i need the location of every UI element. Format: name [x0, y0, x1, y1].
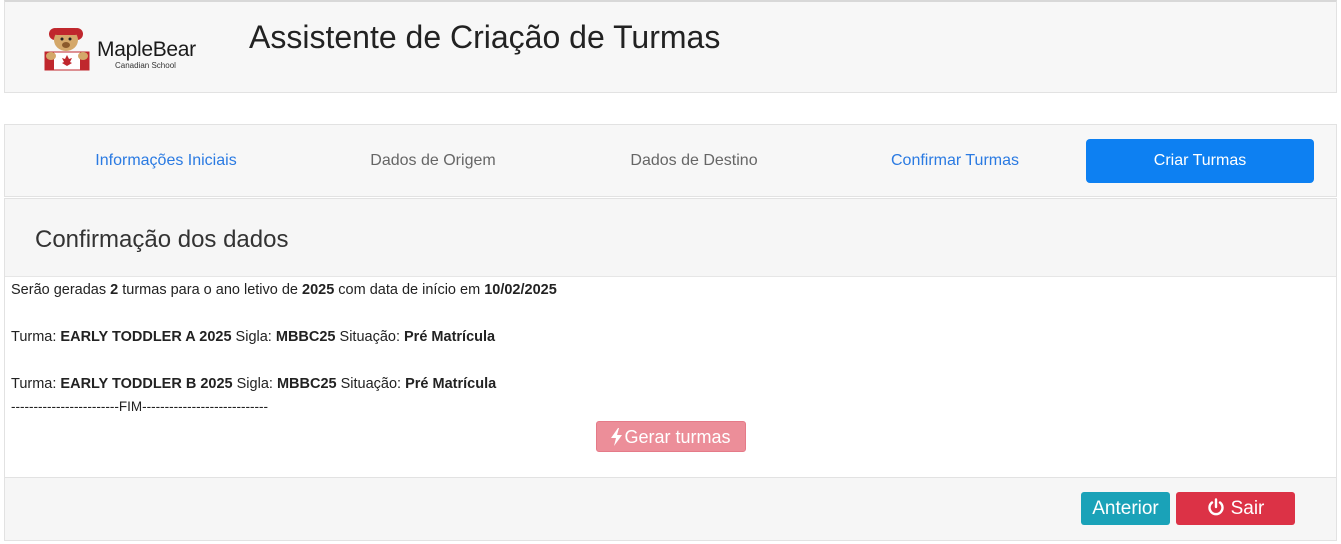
bolt-icon [611, 427, 623, 446]
panel-header: Confirmação dos dados [5, 199, 1336, 277]
wizard-steps: Informações Iniciais Dados de Origem Dad… [4, 124, 1337, 197]
generate-button-label: Gerar turmas [624, 427, 731, 447]
step-dados-de-origem: Dados de Origem [370, 152, 496, 169]
panel-title: Confirmação dos dados [35, 226, 289, 253]
previous-button[interactable]: Anterior [1081, 492, 1170, 525]
step-dados-de-destino: Dados de Destino [630, 152, 758, 169]
summary-text: Serão geradas [11, 282, 111, 298]
situacao-value: Pré Matrícula [405, 376, 497, 392]
end-marker: ------------------------FIM-------------… [11, 399, 269, 414]
summary-text: com data de início em [334, 282, 485, 298]
turma-name: EARLY TODDLER A 2025 [60, 329, 232, 345]
step-informacoes-iniciais[interactable]: Informações Iniciais [36, 139, 296, 183]
sigla-value: MBBC25 [276, 376, 337, 392]
turma-line: Turma: EARLY TODDLER B 2025 Sigla: MBBC2… [11, 377, 496, 392]
sigla-label: Sigla: [232, 376, 277, 392]
exit-button[interactable]: Sair [1176, 492, 1295, 525]
confirmation-panel: Confirmação dos dados Serão geradas 2 tu… [4, 198, 1337, 541]
logo-subtitle: Canadian School [115, 61, 176, 70]
panel-footer: Anterior Sair [5, 477, 1336, 540]
page-title: Assistente de Criação de Turmas [249, 19, 721, 55]
turma-name: EARLY TODDLER B 2025 [60, 376, 233, 392]
turma-label: Turma: [11, 376, 61, 392]
start-date: 10/02/2025 [484, 282, 557, 298]
situacao-value: Pré Matrícula [404, 329, 496, 345]
step-criar-turmas[interactable]: Criar Turmas [1086, 139, 1314, 183]
generate-turmas-button[interactable]: Gerar turmas [596, 421, 746, 452]
turma-label: Turma: [11, 329, 61, 345]
situacao-label: Situação: [336, 376, 406, 392]
exit-button-label: Sair [1230, 498, 1265, 519]
bear-logo-icon [44, 28, 90, 71]
maplebear-logo: MapleBear Canadian School [41, 20, 201, 80]
school-year: 2025 [302, 282, 335, 298]
sigla-label: Sigla: [231, 329, 276, 345]
situacao-label: Situação: [335, 329, 405, 345]
app-header: MapleBear Canadian School Assistente de … [4, 0, 1337, 93]
turma-line: Turma: EARLY TODDLER A 2025 Sigla: MBBC2… [11, 330, 495, 345]
summary-line: Serão geradas 2 turmas para o ano letivo… [11, 283, 557, 298]
logo-text: MapleBear [97, 38, 196, 61]
sigla-value: MBBC25 [275, 329, 336, 345]
step-confirmar-turmas[interactable]: Confirmar Turmas [825, 139, 1085, 183]
summary-text: turmas para o ano letivo de [118, 282, 303, 298]
power-icon [1207, 498, 1224, 516]
